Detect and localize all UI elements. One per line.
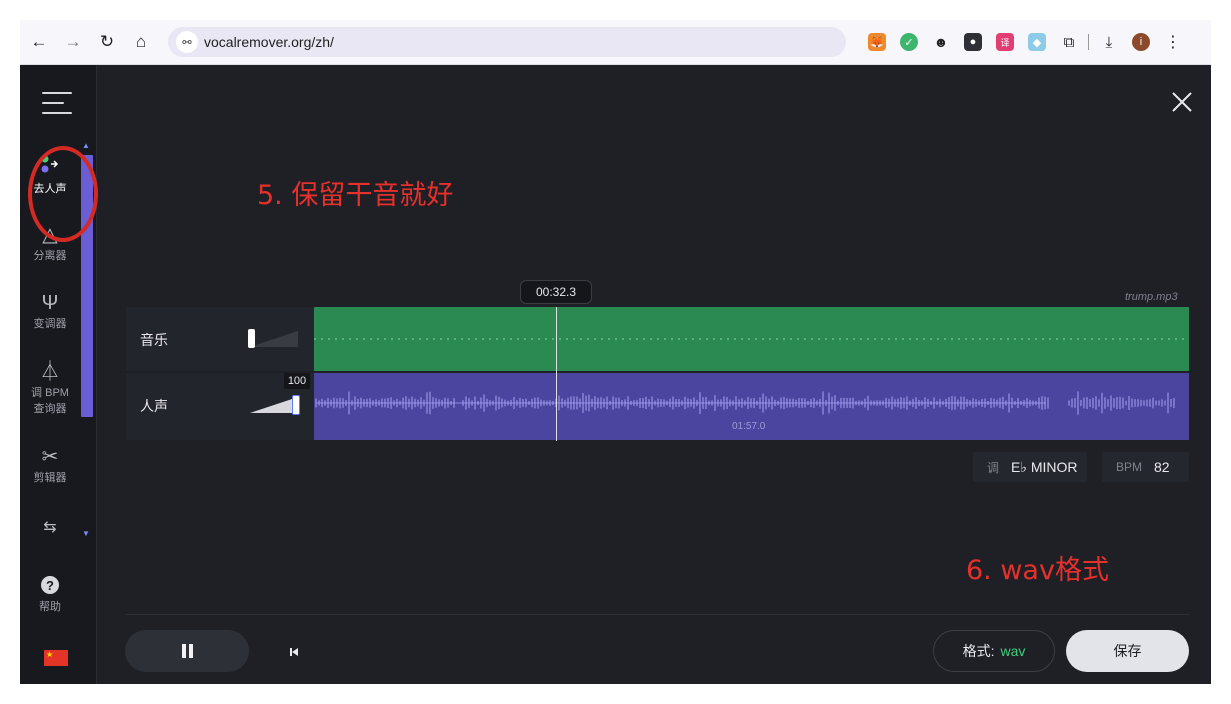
file-name: trump.mp3 [1125,291,1178,303]
key-value: E♭ MINOR [1011,458,1078,475]
format-label: 格式: [962,643,995,659]
save-button[interactable]: 保存 [1066,630,1189,672]
toolbar-divider [1088,34,1089,50]
reload-icon[interactable]: ↻ [96,31,118,53]
track-area: 音乐 人声 100 01:57.0 [126,307,1189,441]
translate-icon[interactable]: 译 [996,33,1014,51]
bottom-divider [126,614,1189,615]
cube-icon[interactable]: ◆ [1028,33,1046,51]
key-label: 调 [987,460,1000,475]
svg-text:?: ? [46,578,54,593]
help-icon: ? [41,576,59,594]
vocal-volume-ramp [250,397,298,413]
sidebar-item-label-line2: 查询器 [33,403,67,415]
track-name-vocals: 人声 [140,398,168,414]
key-display: 调 E♭ MINOR [973,452,1087,482]
format-value: wav [1000,643,1026,659]
sidebar-item-joiner[interactable]: ⇆ [20,516,80,540]
menu-kebab-icon[interactable]: ⋮ [1164,33,1182,51]
scroll-down-icon[interactable]: ▼ [82,529,90,538]
address-bar[interactable]: ⚯ vocalremover.org/zh/ ☆ [168,27,981,57]
sidebar-item-bpm-finder[interactable]: ⏃ 调 BPM 查询器 [20,360,80,416]
vocal-volume-value: 100 [284,373,310,389]
tune-icon[interactable]: ⚯ [176,31,198,53]
download-icon[interactable]: ⤓ [1100,33,1118,51]
back-icon[interactable]: ← [28,31,50,53]
forward-icon[interactable]: → [62,31,84,53]
sidebar-item-label: 剪辑器 [33,472,67,484]
tuning-fork-icon: Ψ [41,292,59,314]
track-name-music: 音乐 [140,332,168,348]
sidebar-item-label: 变调器 [33,318,67,330]
format-selector[interactable]: 格式: wav [933,630,1055,672]
bpm-display: BPM 82 [1102,452,1189,482]
incognito-icon[interactable]: ● [964,33,982,51]
vocal-waveform[interactable]: 01:57.0 [314,373,1189,440]
metamask-icon[interactable]: 🦊 [868,33,886,51]
sidebar-item-help[interactable]: ? 帮助 [20,575,80,614]
vocal-volume-slider[interactable] [292,395,300,415]
app-page: 去人声 △ 分离器 Ψ 变调器 ⏃ 调 BPM 查询器 ✂ 剪辑器 ⇆ ? 帮助… [20,65,1211,684]
music-track-controls: 音乐 [126,307,314,371]
sidebar-item-label-line1: 调 BPM [31,387,69,399]
music-volume-ramp [250,331,298,347]
hamburger-menu-icon[interactable] [42,92,72,116]
sidebar-item-cutter[interactable]: ✂ 剪辑器 [20,445,80,485]
bpm-value: 82 [1154,459,1170,475]
browser-window: ← → ↻ ⌂ ⚯ vocalremover.org/zh/ ☆ 🦊 ✓ ☻ ●… [20,20,1211,684]
china-flag-icon[interactable]: ★ [44,650,68,666]
skip-back-icon[interactable] [287,645,301,659]
close-icon[interactable] [1170,90,1194,114]
sidebar-item-pitch-changer[interactable]: Ψ 变调器 [20,291,80,331]
vocal-track-time: 01:57.0 [732,421,766,432]
playhead[interactable] [556,307,557,441]
music-waveform-line [314,338,1189,340]
profile-avatar[interactable]: i [1132,33,1150,51]
music-waveform[interactable] [314,307,1189,371]
url-text[interactable]: vocalremover.org/zh/ [204,34,334,50]
sidebar-item-label: 分离器 [33,250,67,262]
browser-toolbar: ← → ↻ ⌂ ⚯ vocalremover.org/zh/ ☆ 🦊 ✓ ☻ ●… [20,20,1211,65]
scroll-up-icon[interactable]: ▲ [82,141,90,150]
annotation-circle [28,146,98,242]
bpm-label: BPM [1116,460,1143,474]
music-volume-slider[interactable] [248,329,255,348]
puzzle-icon[interactable]: ⧉ [1060,33,1078,51]
pause-button[interactable] [125,630,249,672]
scissors-icon: ✂ [41,446,59,468]
vocal-track-controls: 人声 100 [126,373,314,440]
playhead-time-tooltip: 00:32.3 [520,280,592,304]
annotation-step6: 6. wav格式 [966,555,1109,586]
joiner-icon: ⇆ [43,519,57,536]
metronome-icon: ⏃ [40,361,60,383]
pause-icon-bar [189,644,193,658]
annotation-step5: 5. 保留干音就好 [257,180,454,211]
home-icon[interactable]: ⌂ [130,31,152,53]
sidebar-item-label: 帮助 [39,601,61,613]
face-icon[interactable]: ☻ [932,33,950,51]
shield-icon[interactable]: ✓ [900,33,918,51]
pause-icon [182,644,186,658]
